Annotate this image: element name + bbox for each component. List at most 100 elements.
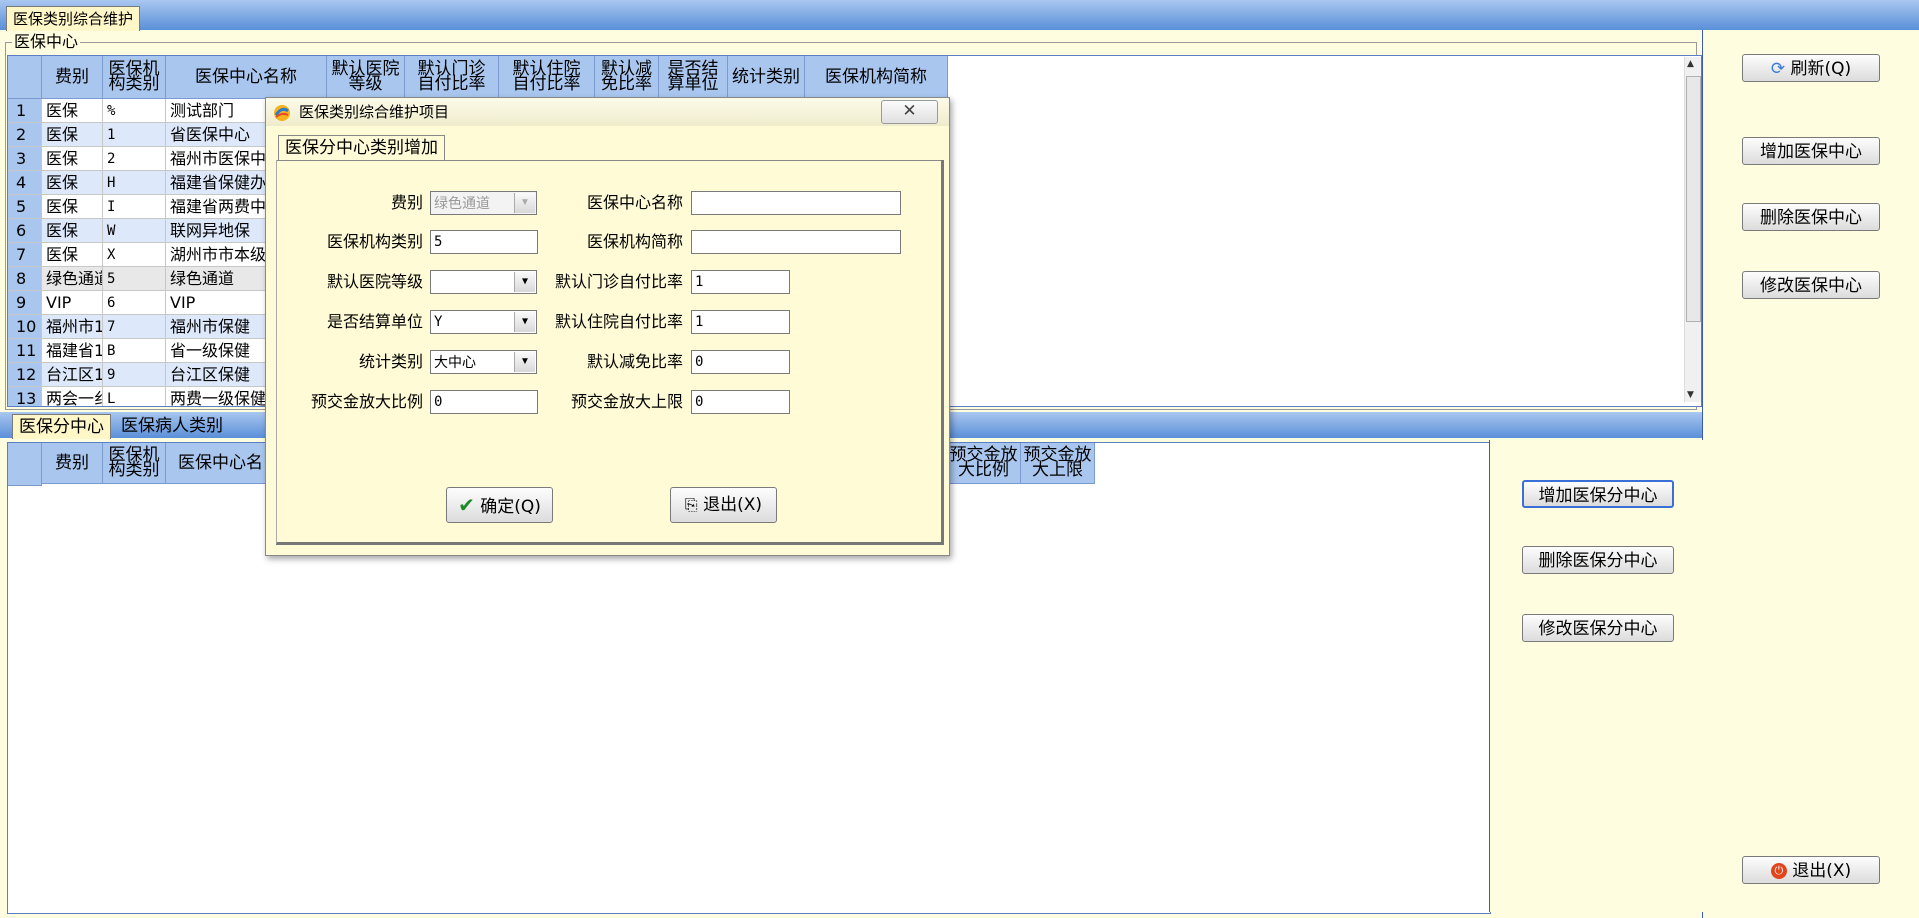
- outpatient-ratio-input[interactable]: 1: [691, 270, 790, 294]
- hospital-level-select[interactable]: ▼: [430, 270, 537, 294]
- chevron-down-icon[interactable]: ▼: [514, 352, 535, 372]
- fee-cell: 两会一纟: [42, 387, 103, 406]
- column-header[interactable]: 医保机 构类别: [103, 56, 166, 99]
- category-cell: 1: [103, 123, 166, 147]
- column-header[interactable]: 默认住院 自付比率: [499, 56, 595, 99]
- name-cell: 省医保中心: [166, 123, 276, 147]
- row-number: 13: [8, 387, 42, 406]
- modify-center-button[interactable]: 修改医保中心: [1742, 271, 1880, 299]
- hospital-level-label: 默认医院等级: [326, 272, 423, 291]
- name-cell: 湖州市市本级: [166, 243, 276, 267]
- row-number: 9: [8, 291, 42, 315]
- row-number: 5: [8, 195, 42, 219]
- column-header[interactable]: 统计类别: [728, 56, 805, 99]
- stat-category-select[interactable]: 大中心 ▼: [430, 350, 537, 374]
- tab-add-sub-center-category[interactable]: 医保分中心类别增加: [278, 135, 445, 161]
- row-number: 2: [8, 123, 42, 147]
- org-abbr-input[interactable]: [691, 230, 901, 254]
- category-cell: 6: [103, 291, 166, 315]
- main-tab-strip: [0, 0, 1919, 30]
- org-category-label: 医保机构类别: [326, 232, 423, 251]
- dialog-exit-button[interactable]: ⎘ 退出(X): [670, 487, 777, 523]
- center-name-input[interactable]: [691, 191, 901, 215]
- name-cell: VIP: [166, 291, 276, 315]
- column-header[interactable]: 默认医院 等级: [327, 56, 405, 99]
- center-name-label: 医保中心名称: [586, 193, 683, 212]
- group-label: 医保中心: [12, 32, 81, 52]
- chevron-down-icon[interactable]: ▼: [514, 312, 535, 332]
- inpatient-ratio-input[interactable]: 1: [691, 310, 790, 334]
- category-cell: H: [103, 171, 166, 195]
- column-header[interactable]: 预交金放 大比例: [947, 443, 1021, 484]
- stat-category-label: 统计类别: [358, 352, 423, 371]
- power-icon: ⏻: [1770, 863, 1787, 879]
- name-cell: 福州市医保中: [166, 147, 276, 171]
- lower-button-panel: 增加医保分中心 删除医保分中心 修改医保分中心: [1489, 440, 1703, 912]
- name-cell: 省一级保健: [166, 339, 276, 363]
- fee-cell: 台江区1: [42, 363, 103, 387]
- fee-select[interactable]: 绿色通道 ▼: [430, 191, 537, 215]
- name-cell: 联网异地保: [166, 219, 276, 243]
- confirm-button[interactable]: ✔ 确定(Q): [446, 487, 553, 523]
- tab-sub-center[interactable]: 医保分中心: [12, 414, 111, 439]
- prepay-ratio-input[interactable]: 0: [430, 390, 538, 414]
- refresh-icon: ⟳: [1770, 59, 1786, 79]
- row-number: 8: [8, 267, 42, 291]
- settlement-unit-select[interactable]: Y ▼: [430, 310, 537, 334]
- chevron-down-icon[interactable]: ▼: [514, 272, 535, 292]
- category-cell: L: [103, 387, 166, 406]
- fee-cell: 医保: [42, 243, 103, 267]
- name-cell: 福建省两费中: [166, 195, 276, 219]
- prepay-ratio-label: 预交金放大比例: [310, 392, 423, 411]
- column-header[interactable]: 是否结 算单位: [659, 56, 728, 99]
- column-header[interactable]: 默认门诊 自付比率: [405, 56, 499, 99]
- delete-center-button[interactable]: 删除医保中心: [1742, 203, 1880, 231]
- column-header[interactable]: 医保中心名称: [166, 56, 327, 99]
- row-number: 1: [8, 99, 42, 123]
- column-header[interactable]: 费别: [42, 443, 103, 484]
- app-logo-icon: [274, 105, 290, 121]
- row-number: 4: [8, 171, 42, 195]
- chevron-down-icon[interactable]: ▼: [514, 193, 535, 213]
- fee-label: 费别: [390, 193, 423, 212]
- fee-cell: VIP: [42, 291, 103, 315]
- name-cell: 福建省保健办: [166, 171, 276, 195]
- row-number: 11: [8, 339, 42, 363]
- grid-corner: [8, 443, 42, 486]
- right-panel: ⟳ 刷新(Q) 增加医保中心 删除医保中心 修改医保中心 ⏻ 退出(X): [1702, 30, 1919, 918]
- column-header[interactable]: 费别: [42, 56, 103, 99]
- tab-main[interactable]: 医保类别综合维护: [6, 6, 141, 31]
- close-icon[interactable]: ✕: [881, 100, 938, 124]
- inpatient-ratio-label: 默认住院自付比率: [554, 312, 683, 331]
- fee-cell: 医保: [42, 219, 103, 243]
- category-cell: I: [103, 195, 166, 219]
- column-header[interactable]: 预交金放 大上限: [1021, 443, 1095, 484]
- row-number: 6: [8, 219, 42, 243]
- refresh-button[interactable]: ⟳ 刷新(Q): [1742, 54, 1880, 82]
- org-category-input[interactable]: 5: [430, 230, 538, 254]
- reduction-ratio-label: 默认减免比率: [586, 352, 683, 371]
- fee-cell: 医保: [42, 171, 103, 195]
- name-cell: 福州市保健: [166, 315, 276, 339]
- column-header[interactable]: 医保中心名: [166, 443, 276, 484]
- column-header[interactable]: 医保机 构类别: [103, 443, 166, 484]
- exit-button[interactable]: ⏻ 退出(X): [1742, 856, 1880, 884]
- dialog-title: 医保类别综合维护项目: [299, 103, 450, 121]
- reduction-ratio-input[interactable]: 0: [691, 350, 790, 374]
- tab-patient-category[interactable]: 医保病人类别: [115, 414, 229, 438]
- delete-sub-center-button[interactable]: 删除医保分中心: [1522, 546, 1674, 574]
- outpatient-ratio-label: 默认门诊自付比率: [554, 272, 683, 291]
- category-cell: B: [103, 339, 166, 363]
- fee-cell: 医保: [42, 195, 103, 219]
- column-header[interactable]: 默认减 免比率: [595, 56, 659, 99]
- add-center-button[interactable]: 增加医保中心: [1742, 137, 1880, 165]
- category-cell: 5: [103, 267, 166, 291]
- add-sub-center-button[interactable]: 增加医保分中心: [1522, 480, 1674, 508]
- modify-sub-center-button[interactable]: 修改医保分中心: [1522, 614, 1674, 642]
- grid-corner: [8, 56, 42, 99]
- scrollbar-thumb[interactable]: [1686, 76, 1701, 322]
- column-header[interactable]: 医保机构简称: [805, 56, 948, 99]
- prepay-limit-label: 预交金放大上限: [570, 392, 683, 411]
- row-number: 7: [8, 243, 42, 267]
- prepay-limit-input[interactable]: 0: [691, 390, 790, 414]
